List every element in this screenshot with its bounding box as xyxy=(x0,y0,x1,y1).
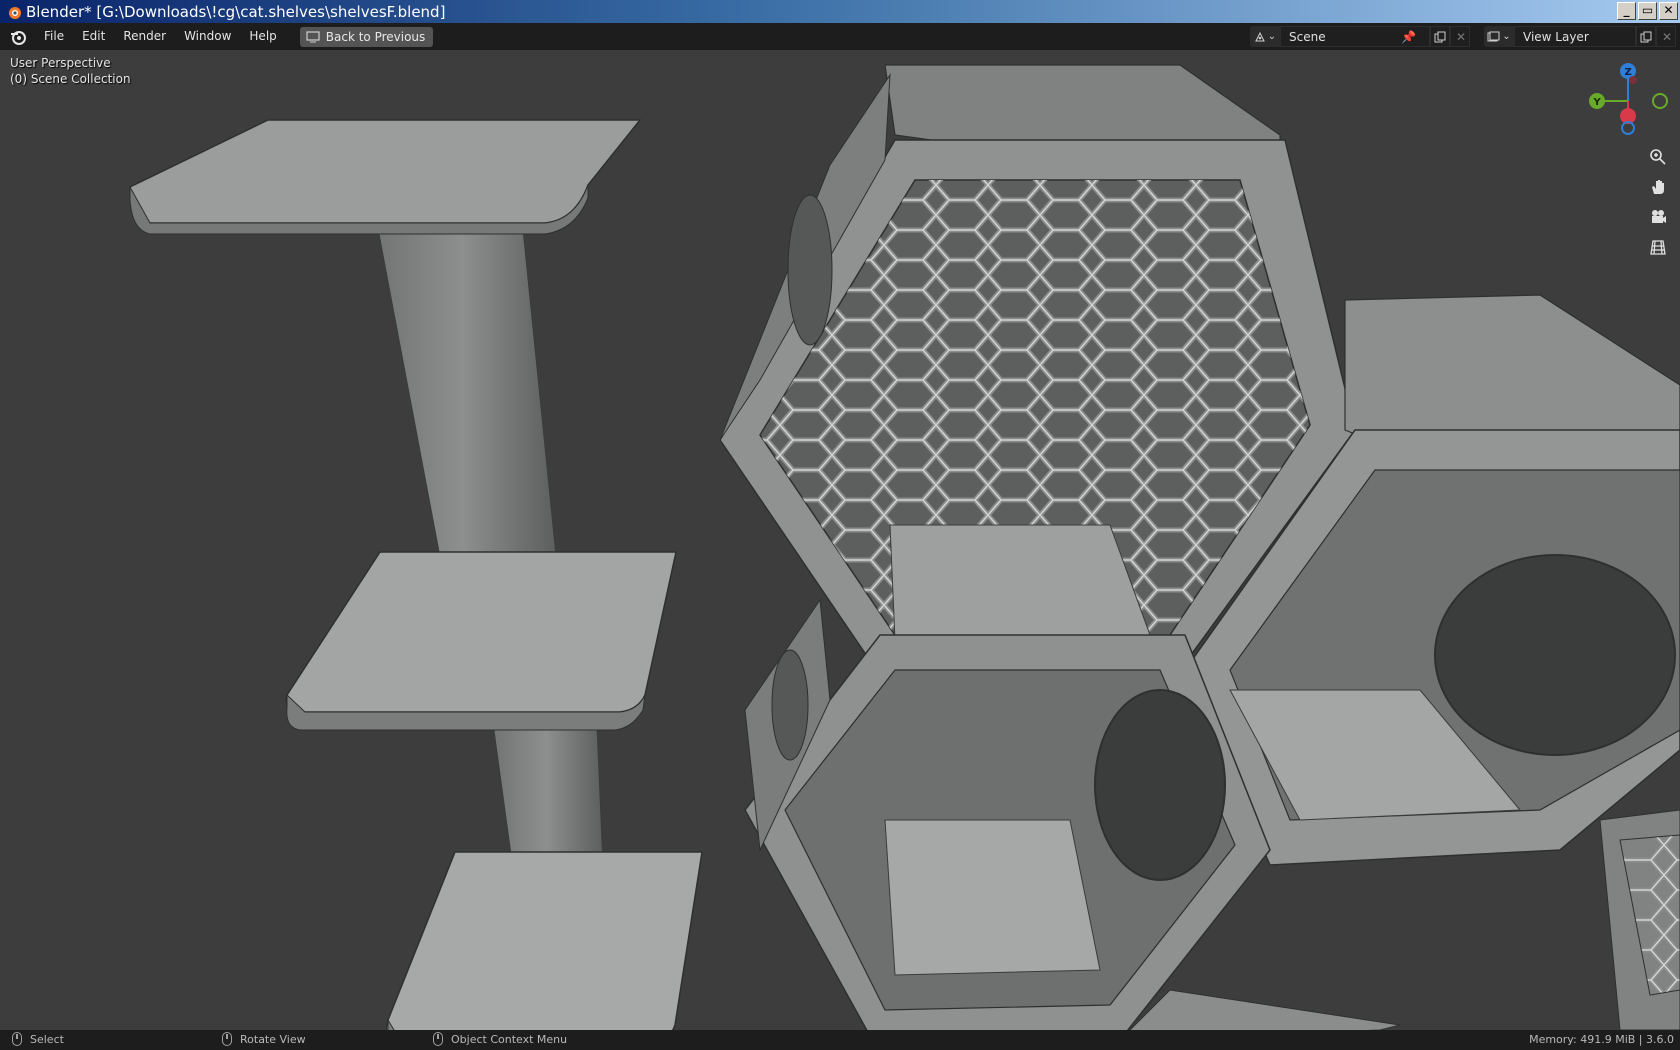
status-select-hint: Select xyxy=(12,1032,64,1046)
mouse-middle-icon xyxy=(222,1032,232,1046)
blender-app-icon xyxy=(9,6,21,19)
back-to-previous-label: Back to Previous xyxy=(325,29,426,44)
status-rotate-label: Rotate View xyxy=(240,1032,306,1046)
delete-scene-button[interactable]: ✕ xyxy=(1450,26,1470,47)
duplicate-icon xyxy=(1434,31,1446,42)
back-to-previous-button[interactable]: Back to Previous xyxy=(299,26,434,47)
grid-icon xyxy=(1650,240,1666,255)
menu-render[interactable]: Render xyxy=(114,23,175,50)
menu-window[interactable]: Window xyxy=(175,23,240,50)
screen-icon xyxy=(306,30,320,42)
ortho-toggle-button[interactable] xyxy=(1645,234,1671,260)
honeycomb-shelf-model[interactable] xyxy=(719,64,1680,1030)
scene-name: Scene xyxy=(1289,29,1326,44)
status-select-label: Select xyxy=(30,1032,64,1046)
gizmo-x-neg-axis[interactable] xyxy=(1629,76,1637,84)
view-layer-icon xyxy=(1487,31,1500,41)
zoom-button[interactable] xyxy=(1645,144,1671,170)
blender-logo-icon[interactable] xyxy=(9,28,27,46)
menu-help[interactable]: Help xyxy=(240,23,285,50)
viewport-perspective-label: User Perspective xyxy=(10,56,111,70)
window-titlebar: Blender* [G:\Downloads\!cg\cat.shelves\s… xyxy=(0,0,1680,23)
view-layer-name-field[interactable]: View Layer xyxy=(1514,26,1636,47)
menu-file[interactable]: File xyxy=(35,23,73,50)
scene-icon xyxy=(1254,31,1265,41)
memory-readout: Memory: 491.9 MiB | 3.6.0 xyxy=(1529,1033,1674,1046)
view-layer-name: View Layer xyxy=(1523,29,1589,44)
pin-icon[interactable]: 📌 xyxy=(1401,30,1416,44)
pan-button[interactable] xyxy=(1645,174,1671,200)
camera-icon xyxy=(1652,210,1666,223)
navigation-gizmo[interactable]: Z Y xyxy=(1589,63,1668,135)
view-layer-selector[interactable]: ⌄ View Layer ✕ xyxy=(1484,26,1676,47)
scene-name-field[interactable]: Scene 📌 xyxy=(1280,26,1430,47)
status-rotate-hint: Rotate View xyxy=(222,1032,306,1046)
viewport-scene[interactable]: Z Y xyxy=(0,50,1680,1030)
menu-edit[interactable]: Edit xyxy=(73,23,114,50)
camera-view-button[interactable] xyxy=(1645,204,1671,230)
gizmo-z-label: Z xyxy=(1625,67,1632,78)
gizmo-y-neg-axis[interactable] xyxy=(1652,93,1668,109)
chevron-down-icon: ⌄ xyxy=(1267,31,1277,42)
scene-type-dropdown[interactable]: ⌄ xyxy=(1250,26,1280,47)
minimize-button[interactable]: _ xyxy=(1617,2,1636,20)
gizmo-y-label: Y xyxy=(1593,97,1602,108)
window-title: Blender* [G:\Downloads\!cg\cat.shelves\s… xyxy=(26,2,446,21)
close-icon: ✕ xyxy=(1662,29,1673,44)
cat-post-model[interactable] xyxy=(129,119,703,1030)
delete-view-layer-button[interactable]: ✕ xyxy=(1656,26,1676,47)
scene-selector[interactable]: ⌄ Scene 📌 ✕ xyxy=(1250,26,1470,47)
restore-button[interactable]: ▭ xyxy=(1638,2,1657,20)
3d-viewport[interactable]: Z Y User Perspective (0) Scene Collectio… xyxy=(0,50,1680,1030)
viewport-collection-label: (0) Scene Collection xyxy=(10,72,131,86)
mouse-right-icon xyxy=(433,1032,443,1046)
view-layer-type-dropdown[interactable]: ⌄ xyxy=(1484,26,1514,47)
status-context-hint: Object Context Menu xyxy=(433,1032,567,1046)
hand-pan-icon xyxy=(1652,180,1664,194)
close-icon: ✕ xyxy=(1456,29,1467,44)
status-bar: Select Rotate View Object Context Menu M… xyxy=(0,1030,1680,1050)
duplicate-icon xyxy=(1640,31,1652,42)
new-view-layer-button[interactable] xyxy=(1636,26,1656,47)
new-scene-button[interactable] xyxy=(1430,26,1450,47)
zoom-icon xyxy=(1650,149,1666,165)
chevron-down-icon: ⌄ xyxy=(1502,31,1511,42)
mouse-left-icon xyxy=(12,1032,22,1046)
close-button[interactable]: ✕ xyxy=(1659,2,1678,20)
status-context-label: Object Context Menu xyxy=(451,1032,568,1046)
blender-topbar: File Edit Render Window Help Back to Pre… xyxy=(0,23,1680,50)
